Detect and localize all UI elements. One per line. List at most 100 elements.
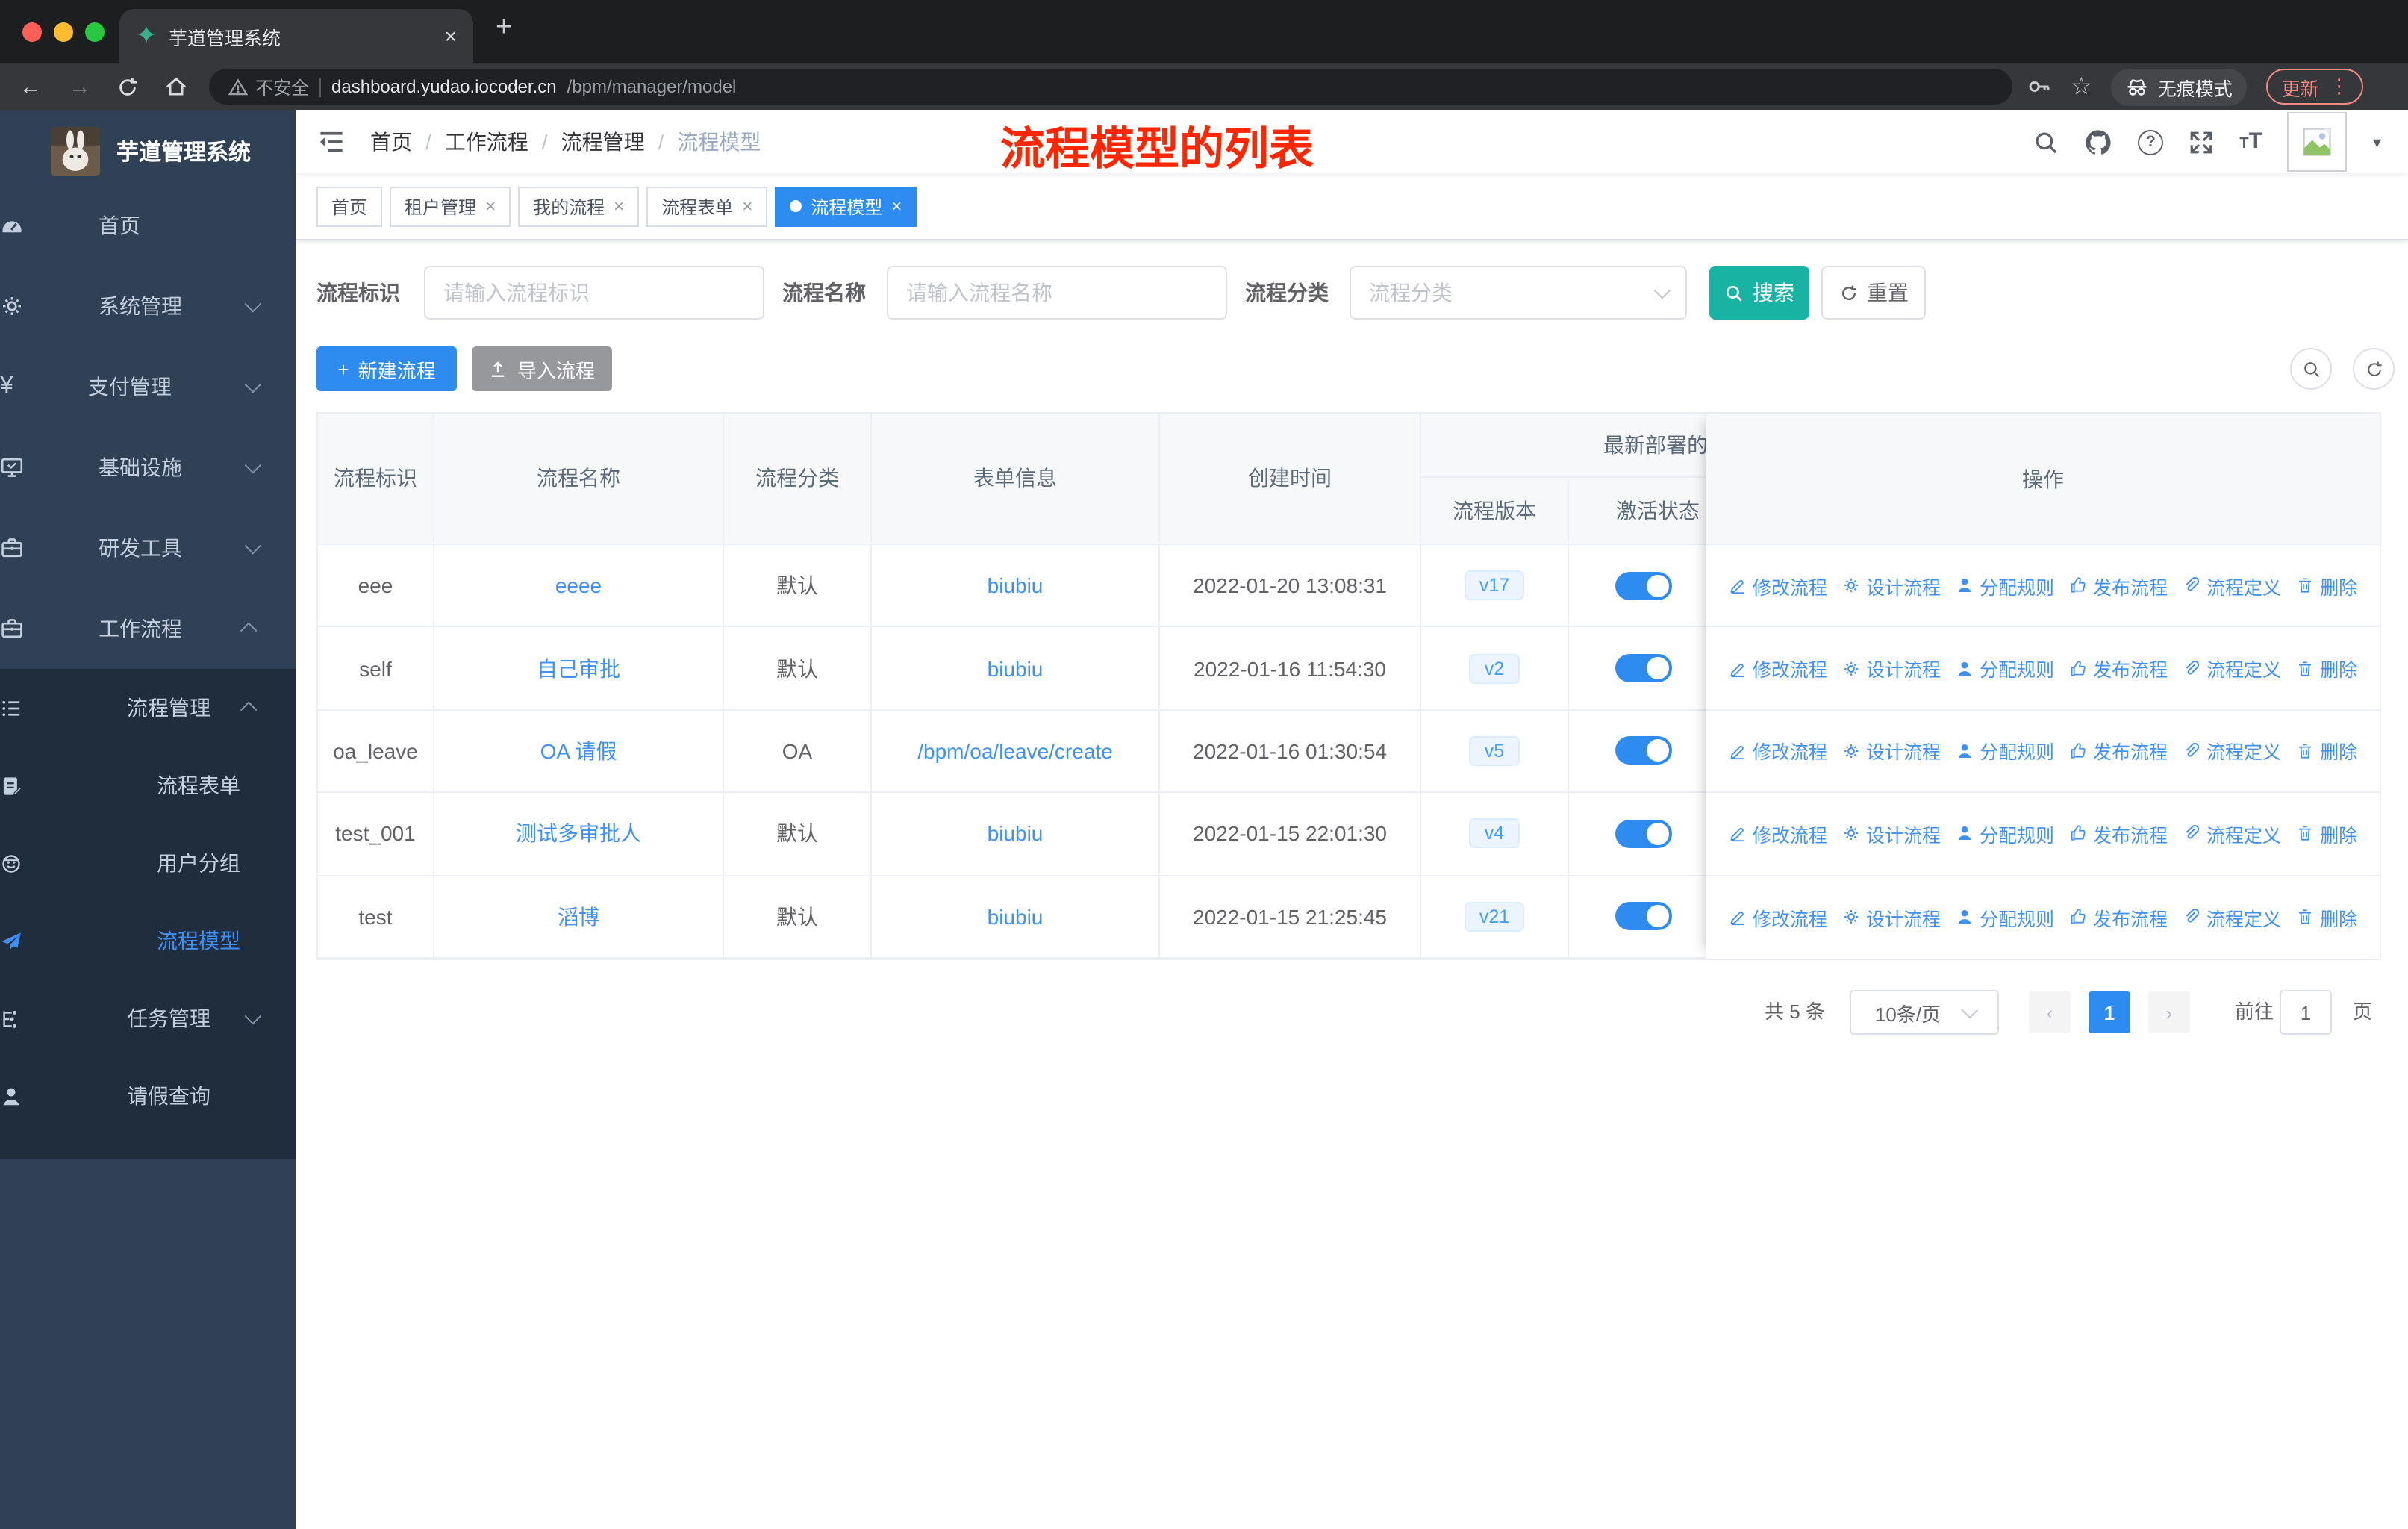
tag-item[interactable]: 流程表单 × — [646, 186, 768, 226]
key-icon[interactable] — [2027, 75, 2051, 99]
show-search-toggle-button[interactable] — [2290, 348, 2332, 390]
breadcrumb-item[interactable]: 工作流程 — [445, 127, 528, 157]
action-设计流程[interactable]: 设计流程 — [1842, 820, 1941, 848]
forward-icon[interactable]: → — [69, 63, 91, 110]
cell-link[interactable]: 自己审批 — [537, 653, 620, 683]
active-toggle[interactable] — [1615, 571, 1671, 600]
sidebar-item-系统管理[interactable]: 系统管理 — [0, 266, 296, 346]
cell-link[interactable]: biubiu — [988, 573, 1044, 597]
active-toggle[interactable] — [1615, 902, 1671, 931]
tag-close-icon[interactable]: × — [742, 196, 752, 217]
action-设计流程[interactable]: 设计流程 — [1842, 571, 1941, 600]
action-发布流程[interactable]: 发布流程 — [2069, 737, 2168, 765]
action-删除[interactable]: 删除 — [2296, 654, 2357, 682]
action-修改流程[interactable]: 修改流程 — [1729, 571, 1827, 600]
next-page-button[interactable]: › — [2148, 991, 2190, 1033]
action-分配规则[interactable]: 分配规则 — [1956, 903, 2054, 932]
tag-active[interactable]: 流程模型 × — [775, 186, 917, 226]
cell-link[interactable]: biubiu — [988, 822, 1044, 846]
font-size-icon[interactable]: TT — [2239, 128, 2262, 155]
home-icon[interactable] — [164, 63, 188, 110]
action-修改流程[interactable]: 修改流程 — [1729, 903, 1827, 932]
action-设计流程[interactable]: 设计流程 — [1842, 654, 1941, 682]
action-流程定义[interactable]: 流程定义 — [2183, 737, 2281, 765]
version-badge[interactable]: v4 — [1469, 818, 1520, 849]
sidebar-item-流程模型[interactable]: 流程模型 — [0, 902, 296, 980]
sidebar-item-流程表单[interactable]: 流程表单 — [0, 747, 296, 824]
refresh-table-button[interactable] — [2353, 348, 2395, 390]
breadcrumb-item[interactable]: 首页 — [370, 127, 412, 157]
action-流程定义[interactable]: 流程定义 — [2183, 820, 2281, 848]
create-process-button[interactable]: + 新建流程 — [316, 346, 457, 391]
action-分配规则[interactable]: 分配规则 — [1956, 820, 2054, 848]
cell-link[interactable]: 滔博 — [558, 902, 599, 932]
avatar-caret-icon[interactable]: ▾ — [2373, 132, 2381, 152]
search-icon[interactable] — [2033, 129, 2059, 155]
sidebar-item-研发工具[interactable]: 研发工具 — [0, 508, 296, 588]
process-key-input[interactable]: 请输入流程标识 — [424, 266, 764, 320]
sidebar-item-请假查询[interactable]: 请假查询 — [0, 1057, 296, 1135]
logo-row[interactable]: 芋道管理系统 — [51, 127, 251, 176]
action-发布流程[interactable]: 发布流程 — [2069, 820, 2168, 848]
active-toggle[interactable] — [1615, 654, 1671, 683]
sidebar-item-流程管理[interactable]: 流程管理 — [0, 669, 296, 747]
browser-tab[interactable]: 芋道管理系统 × — [119, 9, 473, 63]
action-删除[interactable]: 删除 — [2296, 820, 2357, 848]
action-发布流程[interactable]: 发布流程 — [2069, 654, 2168, 682]
tag-close-icon[interactable]: × — [485, 196, 496, 217]
version-badge[interactable]: v5 — [1469, 735, 1520, 766]
back-icon[interactable]: ← — [19, 63, 42, 110]
tag-close-icon[interactable]: × — [891, 196, 902, 217]
tag-close-icon[interactable]: × — [614, 196, 624, 217]
tag-item[interactable]: 我的流程 × — [518, 186, 640, 226]
action-修改流程[interactable]: 修改流程 — [1729, 820, 1827, 848]
sidebar-item-工作流程[interactable]: 工作流程 — [0, 588, 296, 669]
cell-link[interactable]: /bpm/oa/leave/create — [917, 739, 1113, 763]
breadcrumb-item[interactable]: 流程管理 — [561, 127, 645, 157]
close-window-button[interactable] — [22, 22, 42, 42]
action-删除[interactable]: 删除 — [2296, 903, 2357, 932]
process-name-input[interactable]: 请输入流程名称 — [887, 266, 1227, 320]
fullscreen-icon[interactable] — [2189, 129, 2214, 155]
action-修改流程[interactable]: 修改流程 — [1729, 654, 1827, 682]
category-select[interactable]: 流程分类 — [1350, 266, 1687, 320]
action-分配规则[interactable]: 分配规则 — [1956, 571, 2054, 600]
cell-link[interactable]: biubiu — [988, 656, 1044, 680]
tab-close-icon[interactable]: × — [445, 24, 457, 48]
tag-item[interactable]: 租户管理 × — [390, 186, 511, 226]
bookmark-star-icon[interactable]: ☆ — [2071, 72, 2092, 102]
action-流程定义[interactable]: 流程定义 — [2183, 903, 2281, 932]
cell-link[interactable]: eeee — [555, 573, 602, 597]
action-修改流程[interactable]: 修改流程 — [1729, 737, 1827, 765]
security-warning[interactable]: 不安全 — [228, 74, 309, 99]
action-分配规则[interactable]: 分配规则 — [1956, 654, 2054, 682]
action-发布流程[interactable]: 发布流程 — [2069, 571, 2168, 600]
help-icon[interactable]: ? — [2138, 129, 2164, 155]
action-删除[interactable]: 删除 — [2296, 737, 2357, 765]
collapse-sidebar-icon[interactable] — [318, 128, 345, 155]
version-badge[interactable]: v21 — [1464, 901, 1525, 932]
tag-item[interactable]: 首页 — [316, 186, 383, 226]
sidebar-item-基础设施[interactable]: 基础设施 — [0, 427, 296, 508]
url-bar[interactable]: 不安全 dashboard.yudao.iocoder.cn/bpm/manag… — [209, 69, 2012, 105]
cell-link[interactable]: OA 请假 — [540, 736, 617, 766]
cell-link[interactable]: biubiu — [988, 905, 1044, 929]
page-size-select[interactable]: 10条/页 — [1850, 990, 1999, 1035]
sidebar-item-首页[interactable]: 首页 — [0, 185, 296, 266]
current-page-button[interactable]: 1 — [2089, 991, 2130, 1033]
avatar[interactable] — [2287, 112, 2348, 172]
action-设计流程[interactable]: 设计流程 — [1842, 903, 1941, 932]
version-badge[interactable]: v2 — [1469, 653, 1520, 684]
kebab-menu-icon[interactable]: ⋮ — [2330, 75, 2349, 99]
minimize-window-button[interactable] — [54, 22, 73, 42]
action-流程定义[interactable]: 流程定义 — [2183, 654, 2281, 682]
github-icon[interactable] — [2084, 128, 2112, 156]
cell-link[interactable]: 测试多审批人 — [516, 819, 641, 849]
sidebar-item-任务管理[interactable]: 任务管理 — [0, 980, 296, 1057]
search-button[interactable]: 搜索 — [1709, 266, 1809, 320]
import-process-button[interactable]: 导入流程 — [472, 346, 612, 391]
action-分配规则[interactable]: 分配规则 — [1956, 737, 2054, 765]
goto-page-input[interactable]: 1 — [2280, 990, 2332, 1035]
sidebar-item-用户分组[interactable]: 用户分组 — [0, 824, 296, 902]
action-流程定义[interactable]: 流程定义 — [2183, 571, 2281, 600]
